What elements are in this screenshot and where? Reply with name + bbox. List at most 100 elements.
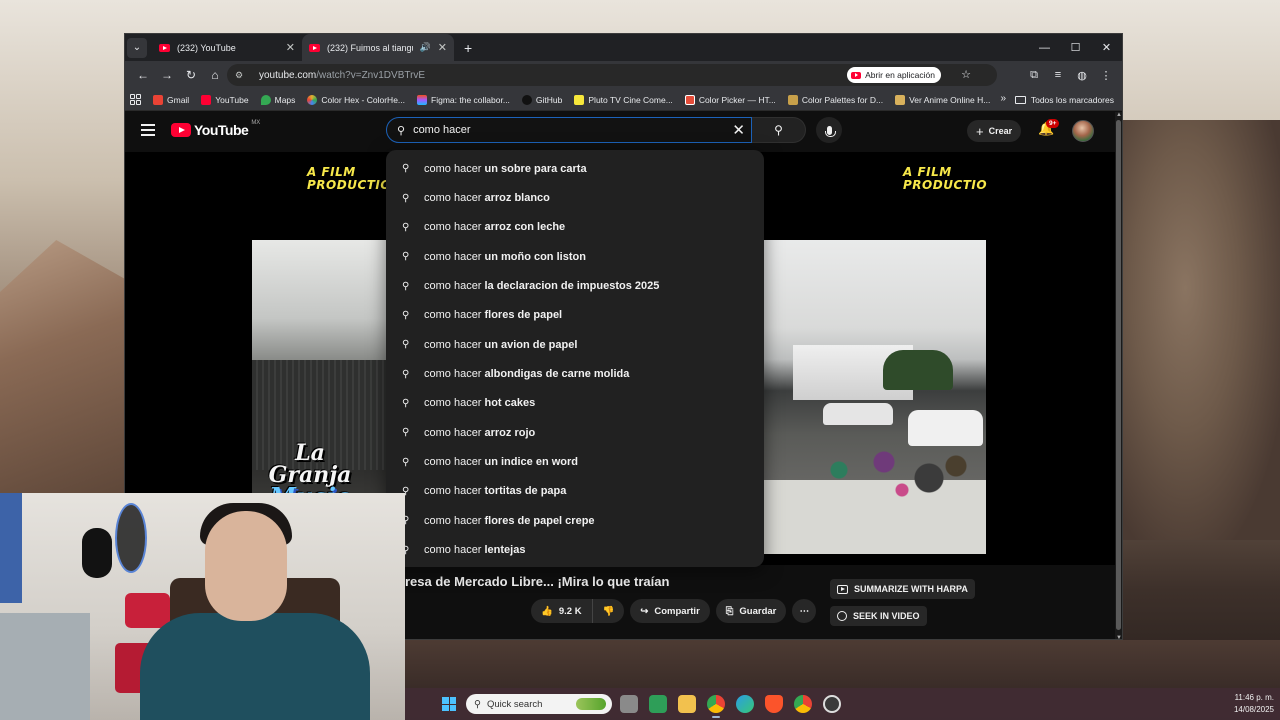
back-icon[interactable]: ← (131, 64, 155, 86)
windows-start-icon[interactable] (442, 697, 456, 711)
colorpicker-icon (684, 94, 695, 105)
speaker-icon[interactable]: 🔊 (420, 42, 431, 53)
apps-grid-icon[interactable] (129, 93, 143, 107)
reload-icon[interactable]: ↻ (179, 64, 203, 86)
more-icon: ⋯ (799, 605, 810, 617)
bookmarks-overflow-icon[interactable]: » (1000, 93, 1006, 104)
search-suggestion[interactable]: ⚲ como hacer un avion de papel (386, 330, 764, 359)
bookmark-youtube[interactable]: YouTube (195, 94, 254, 105)
search-suggestion[interactable]: ⚲ como hacer arroz blanco (386, 183, 764, 212)
youtube-wordmark: YouTube (194, 122, 249, 138)
bookmark-colorpalettes[interactable]: Color Palettes for D... (782, 94, 889, 105)
thumbs-down-icon: 👎 (602, 605, 615, 617)
country-code: MX (251, 120, 261, 126)
search-suggestion[interactable]: ⚲ como hacer un moño con liston (386, 242, 764, 271)
search-suggestion[interactable]: ⚲ como hacer flores de papel crepe (386, 506, 764, 535)
scroll-up-icon[interactable]: ▲ (1116, 112, 1122, 118)
close-window-icon[interactable]: ✕ (1091, 34, 1122, 61)
extensions-icon[interactable]: ⧉ (1022, 64, 1046, 86)
create-label: Crear (988, 126, 1013, 136)
notifications-button[interactable]: 🔔 9+ (1038, 119, 1060, 139)
search-suggestion[interactable]: ⚲ como hacer tortitas de papa (386, 477, 764, 506)
bookmark-maps[interactable]: Maps (255, 94, 302, 105)
search-suggestion[interactable]: ⚲ como hacer un sobre para carta (386, 154, 764, 183)
profile-extension-icon[interactable]: ◍ (1070, 64, 1094, 86)
bookmark-figma[interactable]: Figma: the collabor... (411, 94, 516, 105)
search-suggestion[interactable]: ⚲ como hacer hot cakes (386, 389, 764, 418)
tab-search-button[interactable]: ⌄ (127, 37, 147, 58)
open-in-app-label: Abrir en aplicación (865, 70, 935, 80)
like-button[interactable]: 👍 9.2 K (541, 599, 593, 623)
dislike-button[interactable]: 👎 (593, 606, 625, 617)
edge-icon[interactable] (736, 695, 754, 713)
chrome-profile-icon[interactable] (794, 695, 812, 713)
scroll-down-icon[interactable]: ▼ (1116, 635, 1122, 639)
search-icon: ⚲ (402, 309, 410, 321)
thumbs-up-icon: 👍 (541, 605, 553, 617)
minimize-icon[interactable]: — (1029, 34, 1060, 61)
address-bar[interactable]: ⚙ youtube.com/watch?v=Znv1DVBTrvE Abrir … (227, 64, 997, 86)
chrome-icon[interactable] (707, 695, 725, 718)
search-icon: ⚲ (402, 368, 410, 380)
bookmark-plutotv[interactable]: Pluto TV Cine Come... (568, 94, 678, 105)
wallpaper-right (1122, 120, 1280, 540)
bookmark-github[interactable]: GitHub (516, 94, 568, 105)
search-icon: ⚲ (774, 123, 783, 137)
youtube-logo[interactable]: YouTube MX (171, 120, 261, 138)
scrollbar-thumb[interactable] (1116, 120, 1121, 630)
search-input[interactable] (413, 124, 724, 136)
tab-youtube-home[interactable]: (232) YouTube ✕ (152, 34, 302, 61)
summarize-harpa-button[interactable]: SUMMARIZE WITH HARPA (830, 579, 975, 599)
close-icon[interactable]: ✕ (438, 41, 447, 54)
bookmark-gmail[interactable]: Gmail (147, 94, 195, 105)
voice-search-button[interactable] (816, 117, 842, 143)
forward-icon[interactable]: → (155, 64, 179, 86)
android-app-icon[interactable] (649, 695, 667, 713)
bookmark-star-icon[interactable]: ☆ (961, 68, 971, 81)
task-view-icon[interactable] (620, 695, 638, 713)
all-bookmarks-button[interactable]: Todos los marcadores (1014, 89, 1114, 111)
site-info-icon[interactable]: ⚙ (235, 70, 249, 81)
bookmark-anime[interactable]: Ver Anime Online H... (889, 94, 996, 105)
plutotv-icon (574, 94, 585, 105)
share-button[interactable]: ↪ Compartir (630, 599, 710, 623)
close-icon[interactable]: ✕ (286, 41, 295, 54)
tab-video[interactable]: (232) Fuimos al tianguis y c 🔊 ✕ (302, 34, 454, 61)
open-in-app-button[interactable]: Abrir en aplicación (847, 67, 941, 83)
search-suggestion[interactable]: ⚲ como hacer la declaracion de impuestos 2… (386, 271, 764, 300)
reading-list-icon[interactable]: ≡ (1046, 64, 1070, 86)
url-domain: youtube.com (259, 69, 317, 81)
search-suggestion[interactable]: ⚲ como hacer un indice en word (386, 447, 764, 476)
taskbar-search[interactable]: ⚲ Quick search (466, 694, 612, 714)
save-button[interactable]: ⎘ Guardar (715, 599, 787, 623)
clear-search-icon[interactable]: ✕ (732, 121, 745, 139)
brave-icon[interactable] (765, 695, 783, 713)
new-tab-button[interactable]: + (464, 40, 472, 56)
bookmark-colorpicker[interactable]: Color Picker — HT... (679, 94, 782, 105)
avatar[interactable] (1072, 120, 1094, 142)
create-button[interactable]: + Crear (967, 120, 1022, 142)
file-explorer-icon[interactable] (678, 695, 696, 713)
bookmark-colorhex[interactable]: Color Hex - ColorHe... (301, 94, 411, 105)
more-actions-button[interactable]: ⋯ (792, 599, 817, 623)
suggestion-completion: arroz blanco (484, 192, 550, 205)
maximize-icon[interactable]: ☐ (1060, 34, 1091, 61)
search-suggestion[interactable]: ⚲ como hacer arroz con leche (386, 213, 764, 242)
obs-icon[interactable] (823, 695, 841, 713)
windows-taskbar: ⚲ Quick search 11:46 p. m. 14/08/2025 (405, 688, 1280, 720)
search-suggestion[interactable]: ⚲ como hacer lentejas (386, 535, 764, 564)
search-suggestion[interactable]: ⚲ como hacer arroz rojo (386, 418, 764, 447)
search-suggestion[interactable]: ⚲ como hacer albondigas de carne molida (386, 359, 764, 388)
search-suggestion[interactable]: ⚲ como hacer flores de papel (386, 301, 764, 330)
system-clock[interactable]: 11:46 p. m. 14/08/2025 (1234, 692, 1274, 716)
video-box-icon (837, 584, 848, 594)
home-icon[interactable]: ⌂ (203, 64, 227, 86)
seek-in-video-button[interactable]: SEEK IN VIDEO (830, 606, 927, 626)
more-menu-icon[interactable]: ⋮ (1094, 64, 1118, 86)
save-label: Guardar (739, 605, 777, 617)
like-count: 9.2 K (558, 605, 582, 617)
suggestion-completion: un moño con liston (484, 250, 586, 263)
search-button[interactable]: ⚲ (752, 117, 806, 143)
page-scrollbar[interactable]: ▲ ▼ (1115, 112, 1122, 639)
hamburger-menu-icon[interactable] (141, 124, 155, 136)
